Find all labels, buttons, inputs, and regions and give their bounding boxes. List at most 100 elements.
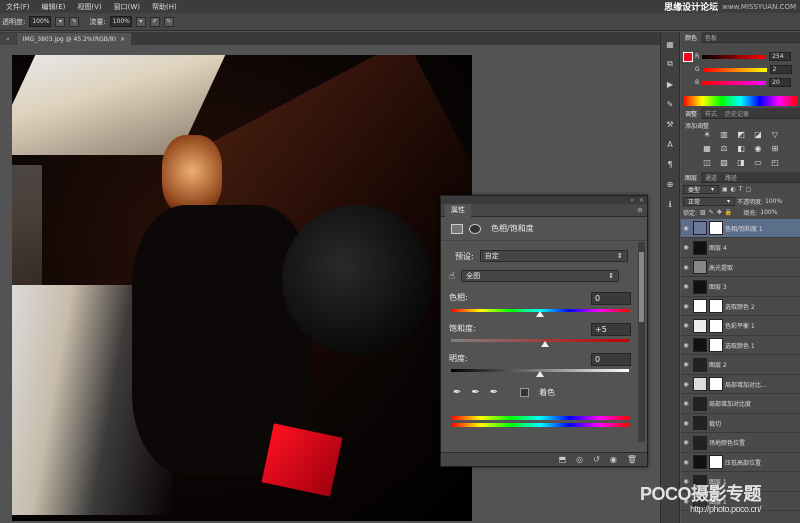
layer-row[interactable]: ◉ 选取颜色 1	[681, 336, 800, 355]
tab-color[interactable]: 颜色	[681, 31, 702, 43]
layer-thumbnail[interactable]	[693, 299, 707, 313]
filter-pixel-icon[interactable]: ▣	[722, 186, 728, 193]
layer-opacity-value[interactable]: 100%	[765, 198, 782, 205]
hue-slider-thumb[interactable]	[536, 311, 544, 317]
properties-panel-header[interactable]: « ×	[441, 196, 647, 204]
layer-row[interactable]: ◉ 局部增加对比...	[681, 375, 800, 394]
hand-target-icon[interactable]: ☝	[449, 271, 455, 282]
brightness-icon[interactable]: ☀	[701, 130, 713, 139]
flow-dropdown-icon[interactable]: ▾	[135, 16, 146, 27]
flow-input[interactable]: 100%	[109, 16, 132, 27]
doc-tab-previous[interactable]: «	[0, 33, 16, 45]
pressure-opacity-icon[interactable]: ✎	[69, 16, 80, 27]
b-input[interactable]: 20	[769, 78, 792, 87]
lightness-input[interactable]: 0	[591, 353, 631, 366]
hue-input[interactable]: 0	[591, 292, 631, 305]
channel-select[interactable]: 全图 ⇕	[461, 270, 620, 282]
layer-thumbnail[interactable]	[693, 240, 707, 255]
tab-styles[interactable]: 样式	[701, 109, 721, 118]
layer-row[interactable]: ◉ 色相/饱和度 1	[681, 219, 800, 238]
layers-dock-icon[interactable]: ▦	[663, 38, 677, 50]
layer-thumbnail[interactable]	[693, 396, 707, 411]
visibility-eye-icon[interactable]: ◉	[681, 459, 691, 466]
menu-help[interactable]: 帮助(H)	[146, 2, 183, 12]
panel-menu-icon[interactable]: ≡	[637, 206, 643, 214]
layer-row[interactable]: ◉ 图层 4	[681, 239, 800, 258]
menu-view[interactable]: 视图(V)	[71, 2, 107, 12]
tab-layers[interactable]: 图层	[681, 171, 702, 183]
filter-shape-icon[interactable]: ▢	[746, 186, 752, 193]
g-slider[interactable]	[702, 67, 767, 72]
saturation-slider-thumb[interactable]	[541, 341, 549, 347]
layer-mask-thumbnail[interactable]	[709, 221, 723, 235]
black-white-icon[interactable]: ◧	[735, 144, 747, 153]
layer-row[interactable]: ◉ 选取颜色 2	[681, 297, 800, 316]
lock-pixels-icon[interactable]: ▨	[700, 209, 706, 216]
hue-sat-icon[interactable]: ▦	[701, 144, 713, 153]
photo-filter-icon[interactable]: ◉	[752, 144, 764, 153]
saturation-input[interactable]: +5	[591, 323, 631, 336]
menu-window[interactable]: 窗口(W)	[108, 2, 146, 12]
reset-icon[interactable]: ↺	[593, 455, 600, 464]
exposure-icon[interactable]: ◪	[752, 130, 764, 139]
visibility-eye-icon[interactable]: ◉	[681, 361, 691, 368]
tab-history[interactable]: 历史记录	[721, 109, 753, 118]
eyedropper-minus-icon[interactable]: ✒	[490, 387, 498, 398]
invert-icon[interactable]: ◫	[701, 158, 713, 167]
clone-dock-icon[interactable]: ⊕	[663, 178, 677, 190]
lock-all-icon[interactable]: 🔒	[725, 209, 732, 216]
color-spectrum[interactable]	[683, 96, 798, 106]
pressure-size-icon[interactable]: ✎	[163, 16, 174, 27]
layer-thumbnail[interactable]	[693, 357, 707, 372]
layer-kind-select[interactable]: 类型 ▾	[683, 185, 719, 194]
scrollbar-thumb[interactable]	[639, 252, 644, 322]
channel-mixer-icon[interactable]: ⊞	[769, 144, 781, 153]
threshold-icon[interactable]: ◨	[735, 158, 747, 167]
layer-row[interactable]: ◉ 高光提取	[681, 258, 800, 277]
colorize-checkbox[interactable]	[520, 388, 530, 397]
layer-mask-thumbnail[interactable]	[709, 338, 723, 352]
clip-to-layer-icon[interactable]: ⬒	[559, 455, 567, 464]
properties-panel[interactable]: « × 属性 ≡ 色相/饱和度 预设: 自定 ⇕ ☝ 全图 ⇕ 色相: 0 饱和…	[440, 195, 648, 467]
layer-thumbnail[interactable]	[693, 279, 707, 294]
actions-dock-icon[interactable]: ▶	[663, 78, 677, 90]
layer-thumbnail[interactable]	[693, 221, 707, 235]
layer-fill-value[interactable]: 100%	[760, 209, 777, 216]
layer-row[interactable]: ◉ 裁切	[681, 414, 800, 433]
tab-channels[interactable]: 通道	[701, 173, 721, 182]
filter-adjust-icon[interactable]: ◐	[731, 186, 736, 193]
visibility-eye-icon[interactable]: ◉	[681, 225, 691, 232]
visibility-eye-icon[interactable]: ◉	[681, 439, 691, 446]
properties-scrollbar[interactable]	[638, 242, 645, 442]
layer-row[interactable]: ◉ 场地颜色位置	[681, 434, 800, 453]
close-icon[interactable]: ×	[120, 36, 125, 43]
layer-thumbnail[interactable]	[693, 435, 707, 450]
visibility-eye-icon[interactable]: ◉	[681, 381, 691, 388]
character-dock-icon[interactable]: A	[663, 138, 677, 150]
visibility-eye-icon[interactable]: ◉	[681, 264, 691, 271]
selective-color-icon[interactable]: ◰	[769, 158, 781, 167]
visibility-eye-icon[interactable]: ◉	[681, 244, 691, 251]
layer-mask-thumbnail[interactable]	[709, 455, 723, 469]
menu-edit[interactable]: 编辑(E)	[36, 2, 72, 12]
visibility-eye-icon[interactable]: ◉	[681, 283, 691, 290]
visibility-eye-icon[interactable]: ◉	[681, 400, 691, 407]
visibility-eye-icon[interactable]: ◉	[681, 303, 691, 310]
layer-mask-thumbnail[interactable]	[709, 318, 723, 333]
saturation-slider[interactable]	[451, 339, 629, 342]
g-input[interactable]: 2	[769, 65, 792, 74]
opacity-input[interactable]: 100%	[29, 16, 52, 27]
r-input[interactable]: 254	[769, 52, 792, 61]
lock-move-icon[interactable]: ✥	[717, 209, 722, 216]
visibility-eye-icon[interactable]: ◉	[681, 322, 691, 329]
trash-icon[interactable]: 🗑	[627, 455, 637, 464]
layer-thumbnail[interactable]	[693, 338, 707, 352]
filter-type-icon[interactable]: T	[739, 186, 743, 193]
layer-row[interactable]: ◉ 色彩平衡 1	[681, 317, 800, 336]
layer-row[interactable]: ◉ 压低高部位置	[681, 453, 800, 472]
gradient-map-icon[interactable]: ▭	[752, 158, 764, 167]
layer-mask-thumbnail[interactable]	[709, 377, 723, 391]
layer-thumbnail[interactable]	[693, 377, 707, 391]
menu-file[interactable]: 文件(F)	[0, 2, 36, 12]
info-dock-icon[interactable]: ℹ	[663, 198, 677, 210]
